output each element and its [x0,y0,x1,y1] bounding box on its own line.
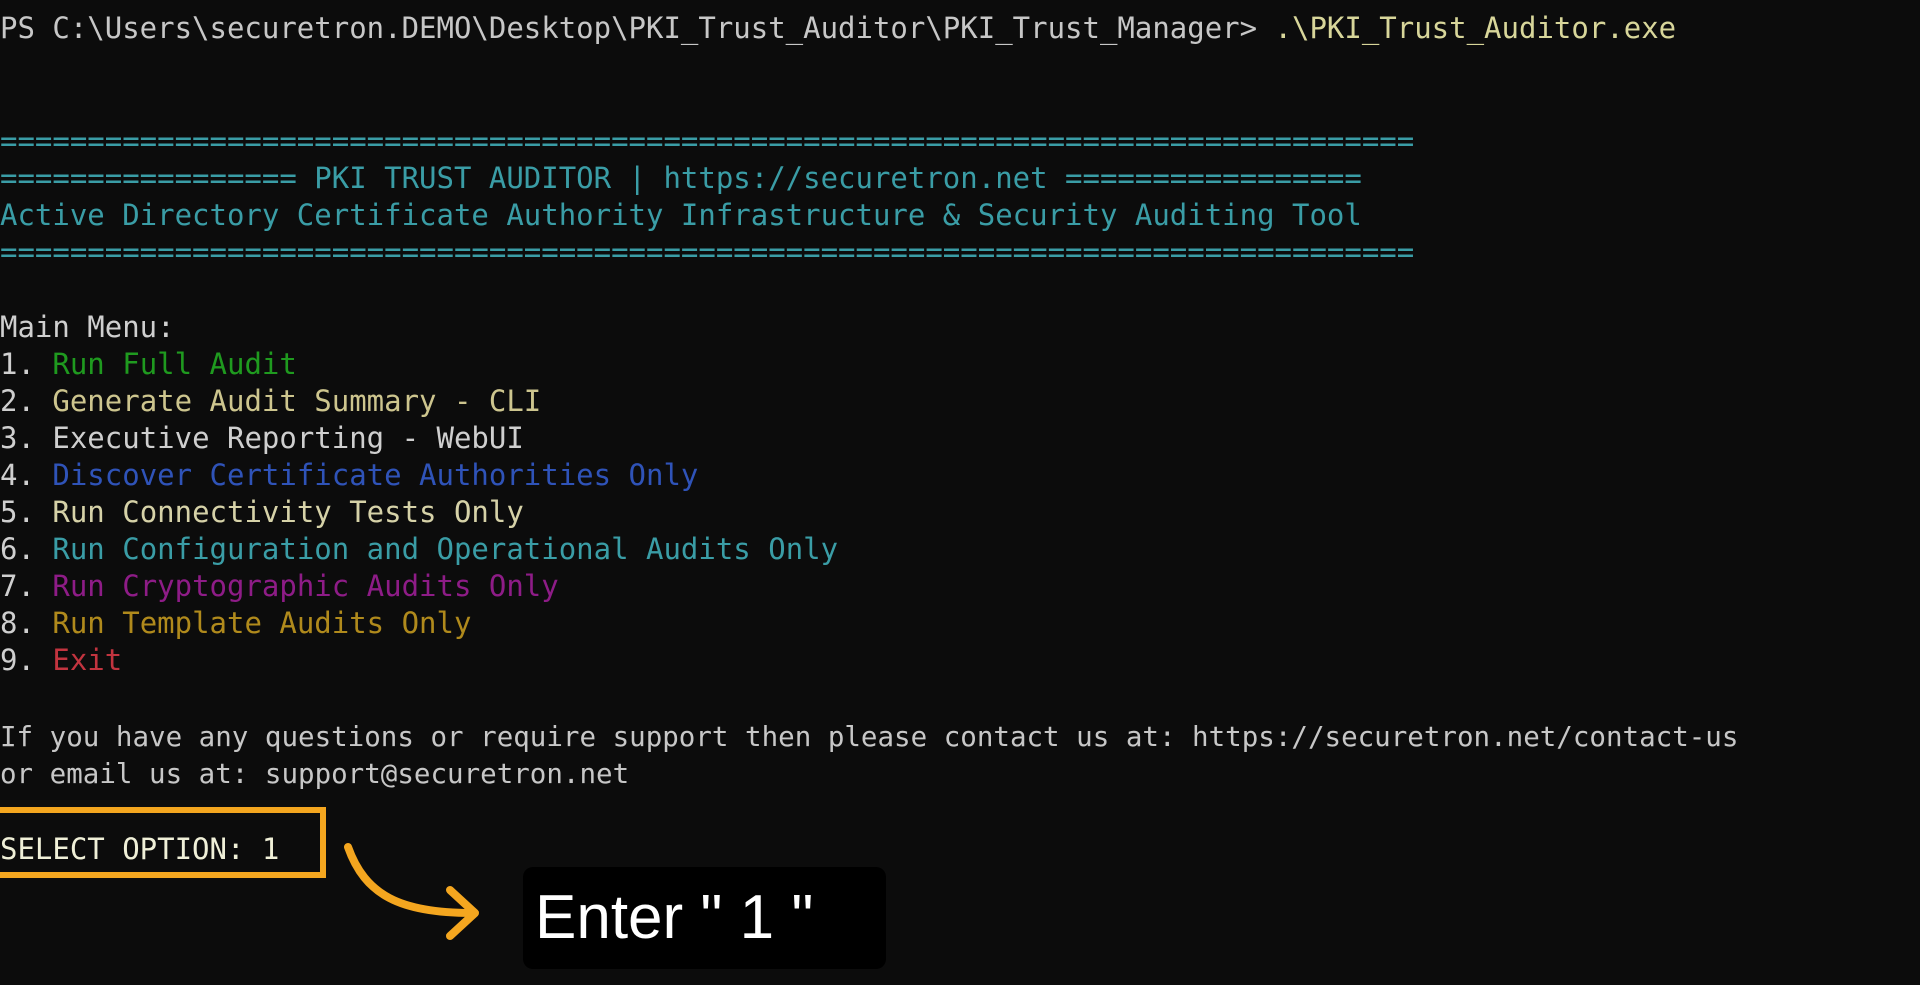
curved-arrow-icon [344,843,479,940]
menu-item-label: Run Connectivity Tests Only [52,495,524,529]
menu-item: 5. Run Connectivity Tests Only [0,494,524,531]
terminal-window[interactable]: PS C:\Users\securetron.DEMO\Desktop\PKI_… [0,0,1920,985]
support-text-line-2: or email us at: support@securetron.net [0,758,630,790]
menu-item-number: 8. [0,606,53,640]
menu-item-label: Run Configuration and Operational Audits… [52,532,839,566]
command-prompt-line: PS C:\Users\securetron.DEMO\Desktop\PKI_… [0,10,1676,47]
banner-rule-bottom: ========================================… [0,235,1415,269]
menu-item: 1. Run Full Audit [0,346,297,383]
menu-item-number: 4. [0,458,53,492]
banner-rule-top: ========================================… [0,124,1415,158]
menu-item-label: Run Template Audits Only [52,606,472,640]
menu-item-label: Run Cryptographic Audits Only [52,569,559,603]
menu-item-number: 5. [0,495,53,529]
menu-item: 7. Run Cryptographic Audits Only [0,568,559,605]
menu-item: 3. Executive Reporting - WebUI [0,420,524,457]
menu-item: 8. Run Template Audits Only [0,605,471,642]
menu-item: 6. Run Configuration and Operational Aud… [0,531,838,568]
callout-text: Enter " 1 " [535,883,814,953]
menu-item-label: Discover Certificate Authorities Only [52,458,699,492]
menu-item-number: 9. [0,643,53,677]
menu-item: 9. Exit [0,642,122,679]
prompt-path: PS C:\Users\securetron.DEMO\Desktop\PKI_… [0,11,1275,45]
support-text-line-1: If you have any questions or require sup… [0,721,1739,753]
prompt-command: .\PKI_Trust_Auditor.exe [1274,11,1677,45]
menu-item-label: Run Full Audit [52,347,297,381]
menu-item-number: 6. [0,532,53,566]
menu-item-label: Exit [52,643,123,677]
instruction-callout: Enter " 1 " [523,867,886,969]
menu-item-number: 2. [0,384,53,418]
menu-item-label: Generate Audit Summary - CLI [52,384,542,418]
menu-item-number: 1. [0,347,53,381]
menu-item-number: 3. [0,421,53,455]
banner-title: ================= PKI TRUST AUDITOR | ht… [0,161,1362,195]
menu-item-label: Executive Reporting - WebUI [52,421,524,455]
select-option-input[interactable]: SELECT OPTION: 1 [0,831,279,868]
menu-item: 4. Discover Certificate Authorities Only [0,457,698,494]
menu-title: Main Menu: [0,310,175,344]
menu-item: 2. Generate Audit Summary - CLI [0,383,541,420]
banner-subtitle: Active Directory Certificate Authority I… [0,198,1362,232]
menu-item-number: 7. [0,569,53,603]
